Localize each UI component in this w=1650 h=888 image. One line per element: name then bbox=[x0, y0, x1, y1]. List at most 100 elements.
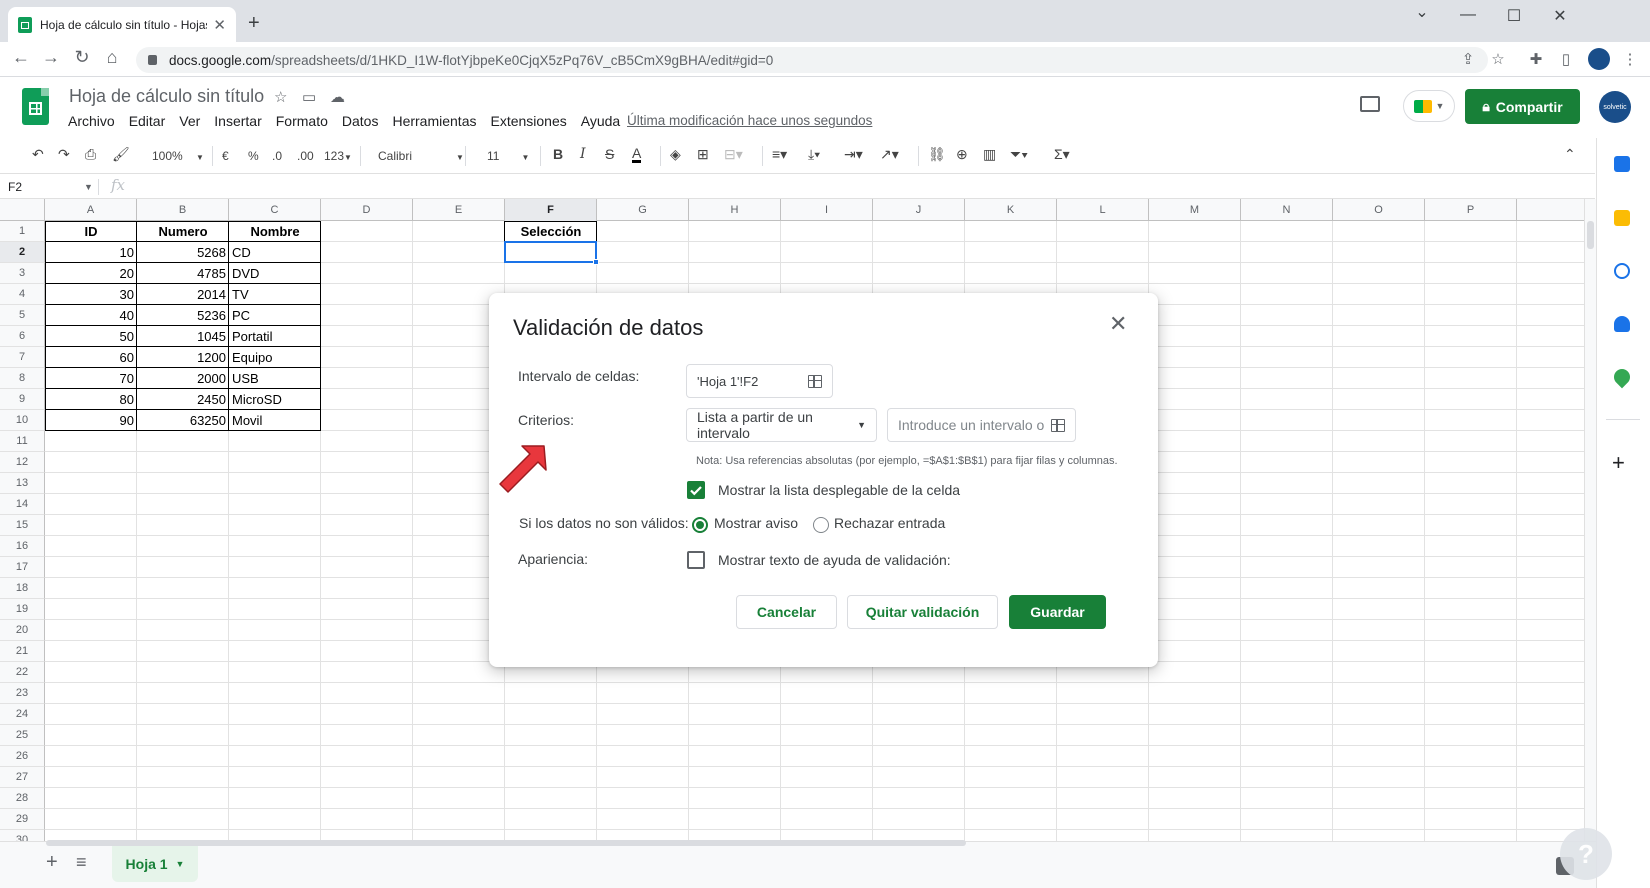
row-header-26[interactable]: 26 bbox=[0, 746, 45, 767]
name-box[interactable]: F2 bbox=[8, 180, 22, 194]
percent-button[interactable]: % bbox=[248, 149, 259, 163]
decrease-decimal-button[interactable]: .0 bbox=[272, 149, 282, 163]
column-header-a[interactable]: A bbox=[45, 199, 137, 221]
row-header-21[interactable]: 21 bbox=[0, 641, 45, 662]
row-header-20[interactable]: 20 bbox=[0, 620, 45, 641]
cell-nombre[interactable]: TV bbox=[229, 284, 321, 305]
cell-numero[interactable]: 63250 bbox=[137, 410, 229, 431]
row-header-16[interactable]: 16 bbox=[0, 536, 45, 557]
select-all-corner[interactable] bbox=[0, 199, 45, 221]
undo-icon[interactable]: ↶ bbox=[32, 146, 44, 163]
select-range-icon[interactable] bbox=[808, 374, 822, 388]
text-wrapping-icon[interactable]: ⇥▾ bbox=[844, 146, 863, 163]
merge-cells-icon[interactable]: ⊟▾ bbox=[724, 146, 743, 163]
cell-header-seleccion[interactable]: Selección bbox=[505, 221, 597, 242]
close-tab-icon[interactable]: ✕ bbox=[213, 16, 226, 34]
cell-nombre[interactable]: Portatil bbox=[229, 326, 321, 347]
cell-id[interactable]: 80 bbox=[45, 389, 137, 410]
tab-search-icon[interactable]: ⌄ bbox=[1402, 2, 1442, 22]
criteria-range-input[interactable]: Introduce un intervalo o bbox=[887, 408, 1076, 442]
home-icon[interactable]: ⌂ bbox=[100, 47, 124, 68]
cell-numero[interactable]: 2014 bbox=[137, 284, 229, 305]
menu-item-editar[interactable]: Editar bbox=[129, 113, 166, 129]
currency-button[interactable]: € bbox=[222, 149, 229, 163]
column-header-p[interactable]: P bbox=[1425, 199, 1517, 221]
filter-icon[interactable]: ⏷▾ bbox=[1010, 146, 1028, 163]
cell-numero[interactable]: 4785 bbox=[137, 263, 229, 284]
all-sheets-icon[interactable]: ≡ bbox=[76, 852, 87, 873]
text-rotation-icon[interactable]: ↗▾ bbox=[880, 146, 899, 163]
increase-decimal-button[interactable]: .00 bbox=[297, 149, 314, 163]
column-header-h[interactable]: H bbox=[689, 199, 781, 221]
insert-link-icon[interactable]: ⛓︎ bbox=[928, 146, 946, 163]
functions-icon[interactable]: Σ▾ bbox=[1054, 146, 1070, 163]
row-header-7[interactable]: 7 bbox=[0, 347, 45, 368]
redo-icon[interactable]: ↷ bbox=[58, 146, 70, 163]
contacts-icon[interactable] bbox=[1614, 316, 1630, 332]
cloud-status-icon[interactable]: ☁ bbox=[330, 88, 345, 106]
column-header-b[interactable]: B bbox=[137, 199, 229, 221]
row-header-5[interactable]: 5 bbox=[0, 305, 45, 326]
more-formats-select[interactable]: 123▼ bbox=[324, 149, 352, 163]
fill-color-icon[interactable]: ◈ bbox=[670, 146, 681, 163]
cell-header-id[interactable]: ID bbox=[45, 221, 137, 242]
zoom-select[interactable]: 100% ▼ bbox=[152, 149, 204, 163]
row-header-11[interactable]: 11 bbox=[0, 431, 45, 452]
sheets-logo-icon[interactable] bbox=[22, 88, 49, 125]
cell-id[interactable]: 60 bbox=[45, 347, 137, 368]
cancel-button[interactable]: Cancelar bbox=[736, 595, 837, 629]
row-header-14[interactable]: 14 bbox=[0, 494, 45, 515]
last-modified-link[interactable]: Última modificación hace unos segundos bbox=[627, 113, 872, 128]
row-header-3[interactable]: 3 bbox=[0, 263, 45, 284]
reject-input-radio[interactable] bbox=[813, 517, 829, 533]
row-header-4[interactable]: 4 bbox=[0, 284, 45, 305]
meet-button[interactable]: ▼ bbox=[1403, 90, 1455, 122]
row-header-8[interactable]: 8 bbox=[0, 368, 45, 389]
row-header-9[interactable]: 9 bbox=[0, 389, 45, 410]
cell-numero[interactable]: 1045 bbox=[137, 326, 229, 347]
paint-format-icon[interactable]: 🖌︎ bbox=[112, 146, 130, 163]
criteria-select[interactable]: Lista a partir de un intervalo ▼ bbox=[686, 408, 877, 442]
doc-title[interactable]: Hoja de cálculo sin título bbox=[69, 86, 264, 107]
column-header-k[interactable]: K bbox=[965, 199, 1057, 221]
insert-chart-icon[interactable]: ▥ bbox=[983, 146, 996, 163]
strikethrough-icon[interactable]: S bbox=[605, 146, 614, 162]
address-bar[interactable]: docs.google.com/spreadsheets/d/1HKD_I1W-… bbox=[136, 47, 1488, 73]
row-header-24[interactable]: 24 bbox=[0, 704, 45, 725]
menu-item-herramientas[interactable]: Herramientas bbox=[392, 113, 476, 129]
column-header-j[interactable]: J bbox=[873, 199, 965, 221]
add-sheet-icon[interactable]: + bbox=[46, 851, 58, 874]
share-page-icon[interactable]: ⇪ bbox=[1458, 50, 1478, 68]
cell-nombre[interactable]: Movil bbox=[229, 410, 321, 431]
borders-icon[interactable]: ⊞ bbox=[697, 146, 709, 163]
comments-icon[interactable] bbox=[1360, 96, 1380, 112]
maximize-icon[interactable]: ☐ bbox=[1494, 6, 1534, 26]
range-input[interactable]: 'Hoja 1'!F2 bbox=[686, 364, 833, 398]
row-header-10[interactable]: 10 bbox=[0, 410, 45, 431]
menu-item-ver[interactable]: Ver bbox=[179, 113, 200, 129]
row-header-1[interactable]: 1 bbox=[0, 221, 45, 242]
menu-item-archivo[interactable]: Archivo bbox=[68, 113, 115, 129]
font-size-select[interactable]: 11 ▼ bbox=[487, 149, 529, 163]
sheet-tab[interactable]: Hoja 1 ▼ bbox=[112, 846, 198, 882]
column-header-e[interactable]: E bbox=[413, 199, 505, 221]
account-avatar[interactable]: solvetic bbox=[1599, 91, 1631, 123]
row-header-30[interactable]: 30 bbox=[0, 830, 45, 841]
cell-numero[interactable]: 5268 bbox=[137, 242, 229, 263]
cell-nombre[interactable]: MicroSD bbox=[229, 389, 321, 410]
cell-id[interactable]: 30 bbox=[45, 284, 137, 305]
row-header-17[interactable]: 17 bbox=[0, 557, 45, 578]
fill-handle[interactable] bbox=[593, 259, 599, 265]
column-header-c[interactable]: C bbox=[229, 199, 321, 221]
cell-nombre[interactable]: PC bbox=[229, 305, 321, 326]
row-header-23[interactable]: 23 bbox=[0, 683, 45, 704]
column-header-d[interactable]: D bbox=[321, 199, 413, 221]
minimize-icon[interactable]: — bbox=[1448, 6, 1488, 24]
select-range-icon[interactable] bbox=[1051, 418, 1065, 432]
add-addon-icon[interactable]: + bbox=[1612, 450, 1625, 476]
row-header-25[interactable]: 25 bbox=[0, 725, 45, 746]
vertical-scrollbar[interactable] bbox=[1584, 199, 1596, 841]
browser-profile-avatar[interactable] bbox=[1588, 48, 1610, 70]
row-header-12[interactable]: 12 bbox=[0, 452, 45, 473]
vertical-scroll-thumb[interactable] bbox=[1587, 221, 1594, 249]
